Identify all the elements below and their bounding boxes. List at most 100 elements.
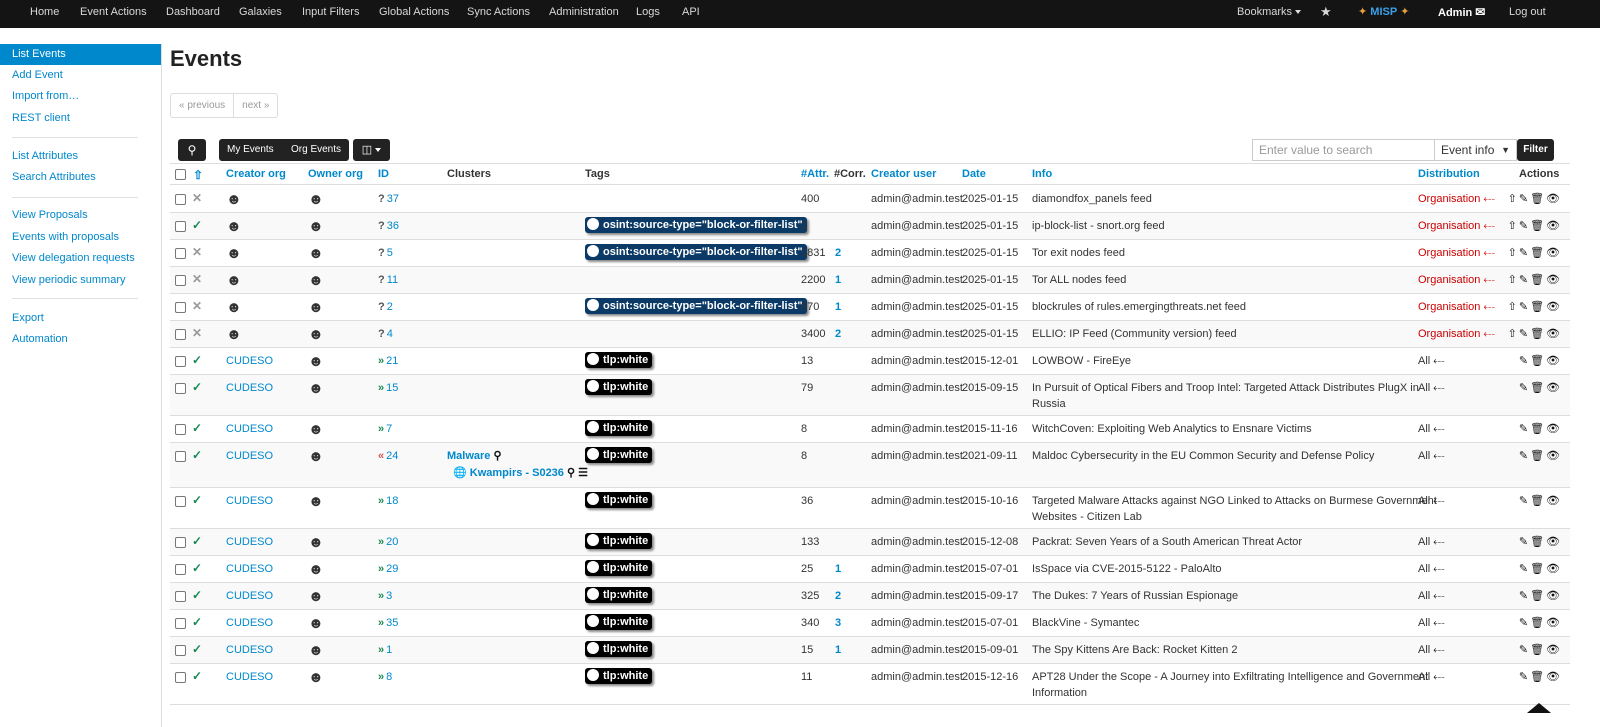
correlation-count-link[interactable]: 3 [835, 617, 841, 629]
distribution-link[interactable]: All ⤎ [1418, 644, 1445, 657]
delete-icon[interactable]: 🗑 [1530, 536, 1546, 548]
correlation-count-link[interactable]: 1 [835, 274, 841, 286]
org-logo-icon[interactable]: ☻ [308, 299, 324, 316]
org-logo-icon[interactable]: ☻ [308, 588, 324, 605]
event-id-link[interactable]: ? 2 [378, 301, 393, 313]
view-icon[interactable]: 👁 [1546, 247, 1562, 259]
delete-icon[interactable]: 🗑 [1530, 355, 1546, 367]
edit-icon[interactable]: ✎ [1519, 382, 1530, 394]
sidebar-item-add-event[interactable]: Add Event [0, 65, 161, 86]
sidebar-item-delegation-requests[interactable]: View delegation requests [0, 248, 161, 269]
distribution-link[interactable]: All ⤎ [1418, 382, 1445, 395]
distribution-link[interactable]: Organisation ⤎ [1418, 301, 1495, 314]
event-id-link[interactable]: » 18 [378, 495, 398, 507]
header-creator-user[interactable]: Creator user [871, 168, 936, 180]
search-field-select[interactable]: Event info ▼ [1434, 139, 1517, 161]
table-row[interactable]: ✓ CUDESO ☻» 29 tlp:white 25 1 admin@admin.test 2… [170, 556, 1570, 583]
org-logo-icon[interactable]: ☻ [226, 245, 242, 262]
creator-org-link[interactable]: CUDESO [226, 590, 273, 602]
delete-icon[interactable]: 🗑 [1530, 644, 1546, 656]
event-tag[interactable]: tlp:white [585, 560, 653, 576]
table-row[interactable]: ✓ ☻ ☻? 36 osint:source-type="block-or-filter… [170, 213, 1570, 240]
distribution-link[interactable]: Organisation ⤎ [1418, 193, 1495, 206]
delete-icon[interactable]: 🗑 [1530, 423, 1546, 435]
event-tag[interactable]: osint:source-type="block-or-filter-list" [585, 217, 807, 233]
cluster-malware-link[interactable]: Malware ⚲ [447, 449, 502, 462]
edit-icon[interactable]: ✎ [1519, 450, 1530, 462]
delete-icon[interactable]: 🗑 [1530, 590, 1546, 602]
table-row[interactable]: ✓ CUDESO ☻» 20 tlp:white 133 admin@admin.test 2… [170, 529, 1570, 556]
sidebar-item-view-proposals[interactable]: View Proposals [0, 205, 161, 226]
view-icon[interactable]: 👁 [1546, 382, 1562, 394]
nav-dashboard[interactable]: Dashboard [166, 0, 220, 28]
row-checkbox[interactable] [175, 451, 186, 462]
view-icon[interactable]: 👁 [1546, 193, 1562, 205]
nav-administration[interactable]: Administration [549, 0, 619, 28]
correlation-count-link[interactable]: 2 [835, 247, 841, 259]
row-checkbox[interactable] [175, 618, 186, 629]
row-checkbox[interactable] [175, 248, 186, 259]
table-row[interactable]: ✓ CUDESO ☻» 1 tlp:white 15 1 admin@admin.test 20… [170, 637, 1570, 664]
event-tag[interactable]: tlp:white [585, 587, 653, 603]
view-icon[interactable]: 👁 [1546, 590, 1562, 602]
view-icon[interactable]: 👁 [1546, 644, 1562, 656]
correlation-count-link[interactable]: 1 [835, 301, 841, 313]
delete-icon[interactable]: 🗑 [1530, 617, 1546, 629]
edit-icon[interactable]: ✎ [1519, 536, 1530, 548]
sidebar-item-import-from[interactable]: Import from… [0, 86, 161, 107]
distribution-link[interactable]: Organisation ⤎ [1418, 274, 1495, 287]
row-checkbox[interactable] [175, 537, 186, 548]
sidebar-item-automation[interactable]: Automation [0, 329, 161, 350]
event-tag[interactable]: tlp:white [585, 614, 653, 630]
creator-org-link[interactable]: CUDESO [226, 495, 273, 507]
table-row[interactable]: ✕ ☻ ☻? 4 3400 2 admin@admin.test 2025-01-15 ELLI… [170, 321, 1570, 348]
column-chooser-button[interactable]: ◫ [353, 139, 390, 161]
edit-icon[interactable]: ✎ [1519, 328, 1530, 340]
edit-icon[interactable]: ✎ [1519, 301, 1530, 313]
org-logo-icon[interactable]: ☻ [308, 534, 324, 551]
view-icon[interactable]: 👁 [1546, 617, 1562, 629]
nav-api[interactable]: API [682, 0, 700, 28]
delete-icon[interactable]: 🗑 [1530, 671, 1546, 683]
event-id-link[interactable]: ? 37 [378, 193, 399, 205]
publish-icon[interactable]: ⇧ [1508, 301, 1519, 313]
distribution-link[interactable]: All ⤎ [1418, 450, 1445, 463]
sidebar-item-export[interactable]: Export [0, 308, 161, 329]
nav-event-actions[interactable]: Event Actions [80, 0, 147, 28]
row-checkbox[interactable] [175, 356, 186, 367]
sidebar-item-list-events[interactable]: List Events [0, 44, 161, 65]
nav-sync-actions[interactable]: Sync Actions [467, 0, 530, 28]
header-id[interactable]: ID [378, 168, 389, 180]
table-row[interactable]: ✓ CUDESO ☻ » 15 tlp:white 79 admin@admin.test 20… [170, 375, 1570, 416]
next-page-button[interactable]: next » [233, 94, 277, 117]
publish-icon[interactable]: ⇧ [1508, 247, 1519, 259]
row-checkbox[interactable] [175, 302, 186, 313]
org-logo-icon[interactable]: ☻ [308, 421, 324, 438]
table-row[interactable]: ✓ CUDESO ☻ » 21 tlp:white 13 admin@admin.test 20… [170, 348, 1570, 375]
event-id-link[interactable]: » 20 [378, 536, 398, 548]
sidebar-item-rest-client[interactable]: REST client [0, 108, 161, 129]
distribution-link[interactable]: All ⤎ [1418, 563, 1445, 576]
bookmarks-dropdown[interactable]: Bookmarks [1237, 0, 1302, 28]
event-id-link[interactable]: » 1 [378, 644, 392, 656]
org-logo-icon[interactable]: ☻ [308, 380, 324, 397]
sidebar-item-search-attributes[interactable]: Search Attributes [0, 167, 161, 188]
table-row[interactable]: ✕ ☻ ☻? 37 400 admin@admin.test 2025-01-15 diamo… [170, 186, 1570, 213]
correlation-count-link[interactable]: 1 [835, 644, 841, 656]
event-id-link[interactable]: » 8 [378, 671, 392, 683]
sidebar-item-periodic-summary[interactable]: View periodic summary [0, 270, 161, 291]
event-tag[interactable]: tlp:white [585, 379, 653, 395]
user-menu[interactable]: Admin ✉ [1438, 0, 1485, 28]
row-checkbox[interactable] [175, 564, 186, 575]
scroll-top-icon[interactable] [1527, 703, 1551, 713]
logout-link[interactable]: Log out [1509, 0, 1546, 28]
header-info[interactable]: Info [1032, 168, 1052, 180]
previous-page-button[interactable]: « previous [171, 94, 233, 117]
event-id-link[interactable]: » 3 [378, 590, 392, 602]
distribution-link[interactable]: Organisation ⤎ [1418, 247, 1495, 260]
table-row[interactable]: ✓ CUDESO ☻ » 3 tlp:white 325 2 admin@admin.test 2… [170, 583, 1570, 610]
event-tag[interactable]: tlp:white [585, 492, 653, 508]
nav-galaxies[interactable]: Galaxies [239, 0, 282, 28]
distribution-link[interactable]: Organisation ⤎ [1418, 328, 1495, 341]
distribution-link[interactable]: All ⤎ [1418, 590, 1445, 603]
